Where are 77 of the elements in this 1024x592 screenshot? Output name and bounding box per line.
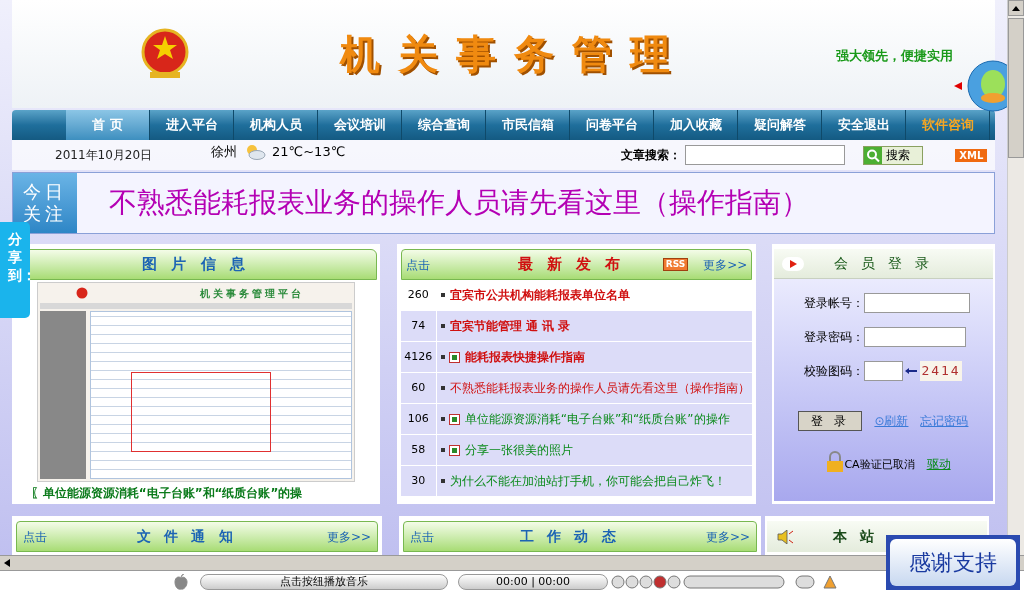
screenshot-title: 机关事务管理平台 <box>199 286 304 301</box>
slogan: 强大领先，便捷实用 <box>836 47 953 65</box>
view-count: 260 <box>400 280 437 310</box>
search-button[interactable]: 搜索 <box>863 145 924 165</box>
search-icon <box>864 146 883 164</box>
cloud-sun-icon <box>244 144 267 160</box>
bullet-icon <box>440 324 445 328</box>
news-link[interactable]: 单位能源资源消耗“电子台账”和“纸质台账”的操作 <box>464 410 730 428</box>
ca-status: CA验证已取消 <box>844 456 915 473</box>
search-label: 文章搜索： <box>621 147 682 164</box>
field-label: 登录帐号： <box>803 295 865 312</box>
panel-title: 会 员 登 录 <box>834 254 934 273</box>
login-button[interactable]: 登 录 <box>798 411 863 431</box>
news-link[interactable]: 宜宾节能管理 通 讯 录 <box>449 317 571 335</box>
view-count: 4126 <box>400 342 437 372</box>
panel-title: 工 作 动 态 <box>519 527 620 546</box>
captcha-code: 2414 <box>920 361 962 381</box>
text-field[interactable] <box>864 327 967 347</box>
news-link[interactable]: 分享一张很美的照片 <box>464 441 573 459</box>
view-count: 74 <box>400 311 437 341</box>
panel-prefix: 点击 <box>23 528 47 546</box>
panel-title: 最 新 发 布 <box>517 254 625 276</box>
news-link[interactable]: 为什么不能在加油站打手机，你可能会把自己炸飞！ <box>449 472 726 490</box>
site-title: 机关事务管理 <box>340 30 688 79</box>
apple-icon <box>174 573 188 590</box>
scroll-up-button[interactable] <box>1008 0 1024 16</box>
bullet-icon <box>440 417 445 421</box>
refresh-link[interactable]: ⊙刷新 <box>874 412 909 430</box>
arrow-icon <box>905 368 918 374</box>
forgot-password-link[interactable]: 忘记密码 <box>920 412 969 430</box>
left-arrow-icon[interactable] <box>4 559 10 567</box>
more-link[interactable]: 更多>> <box>703 255 748 274</box>
news-link[interactable]: 宜宾市公共机构能耗报表单位名单 <box>449 286 630 304</box>
nav-tab[interactable]: 首 页 <box>66 110 150 140</box>
picture-caption[interactable]: 〖单位能源资源消耗“电子台账”和“纸质台账”的操 <box>30 484 361 502</box>
news-link[interactable]: 不熟悉能耗报表业务的操作人员请先看这里（操作指南） <box>449 379 750 397</box>
panel-title: 本 站 <box>833 527 879 546</box>
bullet-icon <box>440 293 445 297</box>
view-count: 30 <box>400 466 437 496</box>
track-title: 点击按纽播放音乐 <box>200 573 448 590</box>
panel-prefix: 点击 <box>410 528 434 546</box>
view-count: 106 <box>400 404 437 434</box>
triangle-icon <box>954 82 962 90</box>
padlock-icon <box>826 451 845 473</box>
date-text: 2011年10月20日 <box>55 147 153 164</box>
text-field[interactable] <box>864 293 971 313</box>
field-label: 登录密码： <box>803 329 865 346</box>
speaker-icon <box>777 529 795 544</box>
scroll-thumb[interactable] <box>1008 18 1024 158</box>
xml-badge[interactable]: XML <box>955 148 988 162</box>
panel-title: 图 片 信 息 <box>142 254 250 276</box>
panel-title: 文 件 通 知 <box>136 527 237 546</box>
screenshot-drawing[interactable]: 机关事务管理平台 <box>36 282 355 482</box>
vertical-scrollbar[interactable] <box>1007 0 1024 555</box>
more-link[interactable]: 更多>> <box>326 527 371 546</box>
time-display: 00:00 | 00:00 <box>458 573 608 590</box>
field-label: 校验图码： <box>803 363 865 380</box>
city-text: 徐州 <box>211 143 238 162</box>
bullet-icon <box>440 448 445 452</box>
search-field[interactable] <box>685 145 846 165</box>
bullet-icon <box>440 355 445 359</box>
panel-prefix: 点击 <box>405 256 430 274</box>
bullet-icon <box>440 479 445 483</box>
news-link[interactable]: 能耗报表快捷操作指南 <box>464 348 585 366</box>
view-count: 60 <box>400 373 437 403</box>
focus-tag: 今日关注 <box>13 173 77 233</box>
play-icon <box>782 256 805 271</box>
focus-headline[interactable]: 不熟悉能耗报表业务的操作人员请先看这里（操作指南） <box>109 182 809 224</box>
temperature-text: 21℃~13℃ <box>272 143 346 162</box>
thanks-badge[interactable]: 感谢支持 <box>886 535 1020 590</box>
emblem-icon <box>75 287 88 299</box>
rss-badge[interactable]: RSS <box>662 258 689 271</box>
view-count: 58 <box>400 435 437 465</box>
up-arrow-icon <box>1012 5 1020 11</box>
bullet-icon <box>440 386 445 390</box>
captcha-field[interactable] <box>864 361 904 381</box>
more-link[interactable]: 更多>> <box>705 527 750 546</box>
